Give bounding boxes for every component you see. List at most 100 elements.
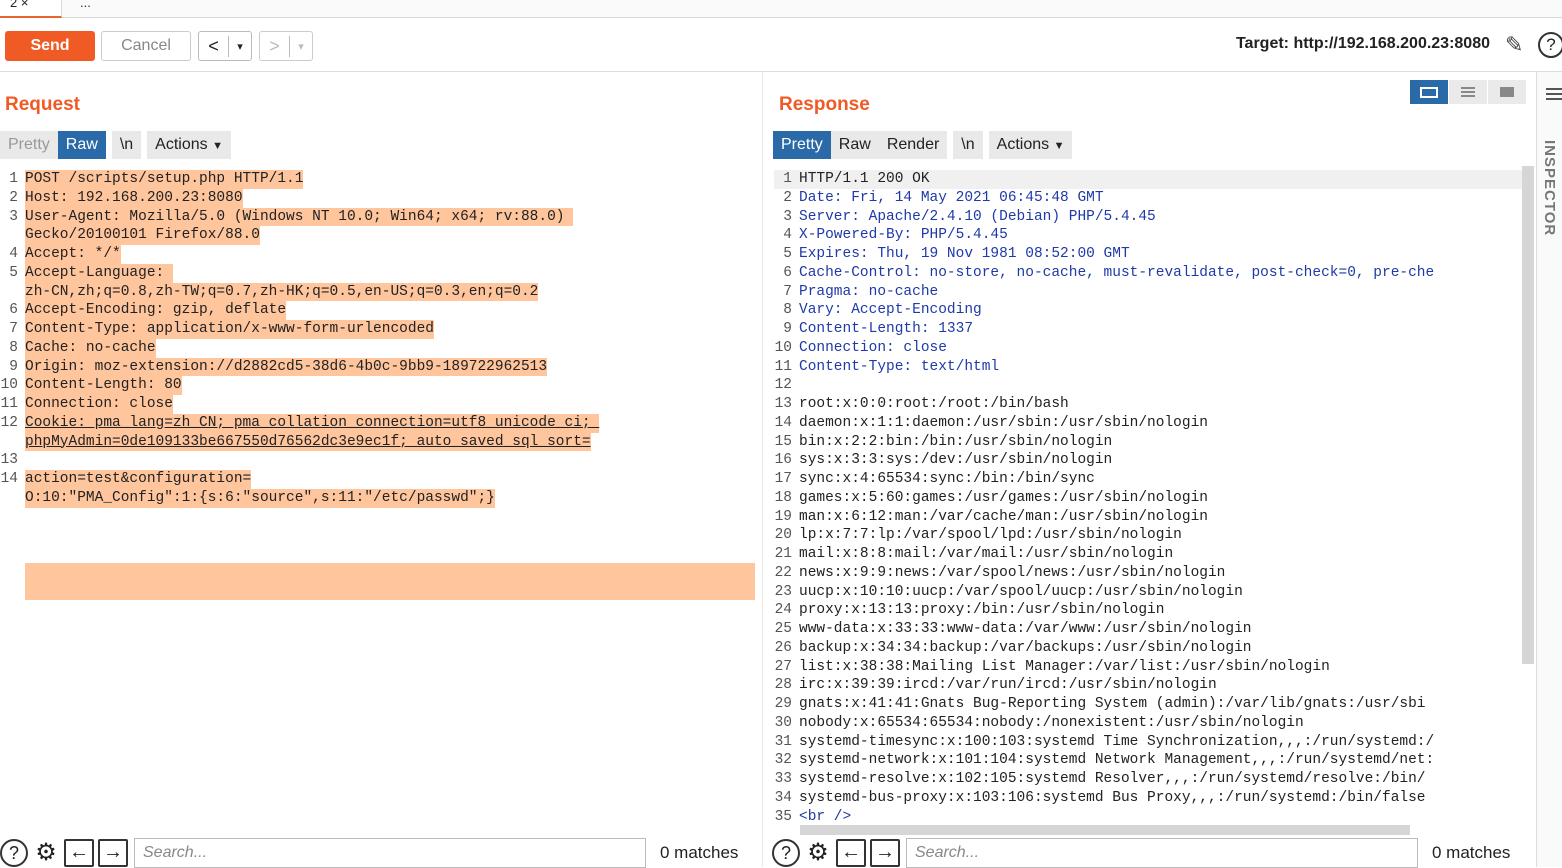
response-editor[interactable]: 1 HTTP/1.1 200 OK 2 Date: Fri, 14 May 2021… — [774, 170, 1522, 830]
response-line: lp:x:7:7:lp:/var/spool/lpd:/usr/sbin/nol… — [799, 527, 1182, 544]
toolbar: Send Cancel < ▾ > ▾ Target: http://192.1… — [0, 18, 1562, 72]
send-button[interactable]: Send — [5, 31, 95, 61]
response-line: HTTP/1.1 200 OK — [799, 171, 930, 187]
request-line: phpMyAdmin=0de109133be667550d76562dc3e9e… — [25, 432, 591, 452]
request-search-bar: ? ⚙ ← → Search... 0 matches — [0, 837, 738, 868]
response-line: sync:x:4:65534:sync:/bin:/bin/sync — [799, 471, 1095, 487]
gear-icon[interactable]: ⚙ — [32, 838, 60, 867]
response-line: list:x:38:38:Mailing List Manager:/var/l… — [799, 658, 1330, 675]
layout-tabs-icon[interactable] — [1488, 80, 1526, 104]
response-search-input[interactable]: Search... — [906, 837, 1418, 868]
response-line: man:x:6:12:man:/var/cache/man:/usr/sbin/… — [799, 508, 1208, 525]
forward-arrow-icon[interactable]: > — [260, 35, 290, 57]
response-horizontal-scrollbar[interactable] — [800, 825, 1410, 835]
next-match-icon[interactable]: → — [870, 838, 900, 867]
response-line: Vary: Accept-Encoding — [799, 302, 982, 319]
response-line: Pragma: no-cache — [799, 283, 939, 300]
back-arrow-icon[interactable]: < — [199, 35, 229, 57]
chevron-down-icon[interactable]: ▾ — [229, 40, 251, 53]
response-line: systemd-resolve:x:102:105:systemd Resolv… — [799, 771, 1426, 787]
response-line: systemd-bus-proxy:x:103:106:systemd Bus … — [799, 789, 1426, 806]
tab-newline[interactable]: \n — [111, 131, 142, 159]
request-line: Host: 192.168.200.23:8080 — [25, 188, 243, 208]
pane-divider[interactable] — [762, 72, 763, 867]
target-label: Target: http://192.168.200.23:8080 — [1235, 35, 1490, 52]
request-line: zh-CN,zh;q=0.8,zh-TW;q=0.7,zh-HK;q=0.5,e… — [25, 282, 539, 302]
response-search-bar: ? ⚙ ← → Search... 0 matches — [772, 837, 1511, 868]
tab-raw[interactable]: Raw — [57, 131, 106, 159]
response-view-tabs: Pretty Raw Render \n Actions ▼ — [773, 131, 1073, 159]
response-line: X-Powered-By: PHP/5.4.45 — [799, 227, 1008, 244]
request-line: Cookie: pma_lang=zh_CN; pma_collation_co… — [25, 413, 600, 433]
response-line: bin:x:2:2:bin:/bin:/usr/sbin/nologin — [799, 433, 1113, 450]
request-line: Content-Type: application/x-www-form-url… — [25, 320, 434, 339]
response-line: Date: Fri, 14 May 2021 06:45:48 GMT — [799, 189, 1104, 206]
request-search-input[interactable]: Search... — [134, 837, 646, 868]
actions-menu[interactable]: Actions ▼ — [147, 131, 231, 159]
request-line: Content-Length: 80 — [25, 376, 182, 395]
request-title: Request — [5, 94, 80, 115]
next-match-icon[interactable]: → — [98, 838, 128, 867]
tab-bar: 2 × ... — [0, 0, 1562, 18]
request-line: User-Agent: Mozilla/5.0 (Windows NT 10.0… — [25, 207, 574, 227]
cancel-button[interactable]: Cancel — [101, 31, 191, 61]
tab-raw[interactable]: Raw — [830, 131, 879, 159]
response-line: Expires: Thu, 19 Nov 1981 08:52:00 GMT — [799, 246, 1130, 262]
history-forward[interactable]: > ▾ — [259, 31, 313, 61]
request-line: Accept: */* — [25, 245, 121, 264]
tab-render[interactable]: Render — [878, 131, 948, 159]
response-line: Content-Type: text/html — [799, 358, 1000, 375]
layout-side-by-side-icon[interactable] — [1410, 80, 1448, 104]
chevron-down-icon[interactable]: ▾ — [290, 40, 312, 53]
request-line: Gecko/20100101 Firefox/88.0 — [25, 226, 260, 245]
response-line: daemon:x:1:1:daemon:/usr/sbin:/usr/sbin/… — [799, 414, 1208, 431]
tab-pretty[interactable]: Pretty — [0, 131, 58, 159]
tab-newline[interactable]: \n — [953, 131, 983, 159]
request-line: Accept-Encoding: gzip, deflate — [25, 301, 287, 320]
actions-label: Actions — [996, 136, 1050, 153]
request-line: action=test&configuration= — [25, 470, 252, 489]
response-line: games:x:5:60:games:/usr/games:/usr/sbin/… — [799, 489, 1208, 506]
response-line: uucp:x:10:10:uucp:/var/spool/uucp:/usr/s… — [799, 583, 1243, 600]
actions-label: Actions — [155, 136, 208, 153]
response-line: root:x:0:0:root:/root:/bin/bash — [799, 396, 1069, 412]
response-line: news:x:9:9:news:/var/spool/news:/usr/sbi… — [799, 564, 1226, 581]
response-line: irc:x:39:39:ircd:/var/run/ircd:/usr/sbin… — [799, 677, 1217, 694]
response-line: nobody:x:65534:65534:nobody:/nonexistent… — [799, 714, 1304, 731]
response-title: Response — [779, 94, 870, 115]
request-editor[interactable]: 1 POST /scripts/setup.php HTTP/1.1 2 Host:… — [0, 170, 760, 830]
inspector-menu-icon[interactable] — [1546, 88, 1562, 103]
help-icon[interactable]: ? — [772, 838, 800, 867]
response-line: mail:x:8:8:mail:/var/mail:/usr/sbin/nolo… — [799, 546, 1174, 562]
request-line: Accept-Language: — [25, 263, 173, 283]
edit-pencil-icon[interactable]: ✎ — [1505, 32, 1523, 58]
request-view-tabs: Pretty Raw \n Actions ▼ — [0, 131, 231, 159]
request-line: Connection: close — [25, 395, 173, 414]
response-vertical-scrollbar[interactable] — [1522, 166, 1534, 664]
response-match-count: 0 matches — [1432, 842, 1511, 862]
request-line: Origin: moz-extension://d2882cd5-38d6-4b… — [25, 357, 548, 377]
response-line: systemd-network:x:101:104:systemd Networ… — [799, 752, 1435, 769]
response-line: Cache-Control: no-store, no-cache, must-… — [799, 264, 1435, 281]
request-line: POST /scripts/setup.php HTTP/1.1 — [25, 170, 304, 189]
request-line: O:10:"PMA_Config":1:{s:6:"source",s:11:"… — [25, 488, 495, 508]
layout-stacked-icon[interactable] — [1449, 80, 1487, 104]
repeater-tab-2[interactable]: 2 × — [0, 0, 62, 18]
help-icon[interactable]: ? — [1538, 32, 1562, 58]
response-line: Connection: close — [799, 339, 947, 356]
inspector-label[interactable]: INSPECTOR — [1541, 140, 1558, 236]
layout-toggle — [1410, 80, 1527, 104]
response-line: <br /> — [799, 808, 852, 825]
help-icon[interactable]: ? — [0, 838, 28, 867]
tab-more[interactable]: ... — [70, 0, 101, 18]
tab-pretty[interactable]: Pretty — [773, 131, 831, 159]
response-line: proxy:x:13:13:proxy:/bin:/usr/sbin/nolog… — [799, 602, 1165, 619]
previous-match-icon[interactable]: ← — [64, 838, 94, 867]
response-line: backup:x:34:34:backup:/var/backups:/usr/… — [799, 639, 1252, 656]
actions-menu[interactable]: Actions ▼ — [988, 131, 1073, 159]
previous-match-icon[interactable]: ← — [836, 838, 866, 867]
history-back[interactable]: < ▾ — [198, 31, 252, 61]
gear-icon[interactable]: ⚙ — [804, 838, 832, 867]
response-line: sys:x:3:3:sys:/dev:/usr/sbin/nologin — [799, 452, 1113, 469]
response-line: Server: Apache/2.4.10 (Debian) PHP/5.4.4… — [799, 208, 1156, 225]
